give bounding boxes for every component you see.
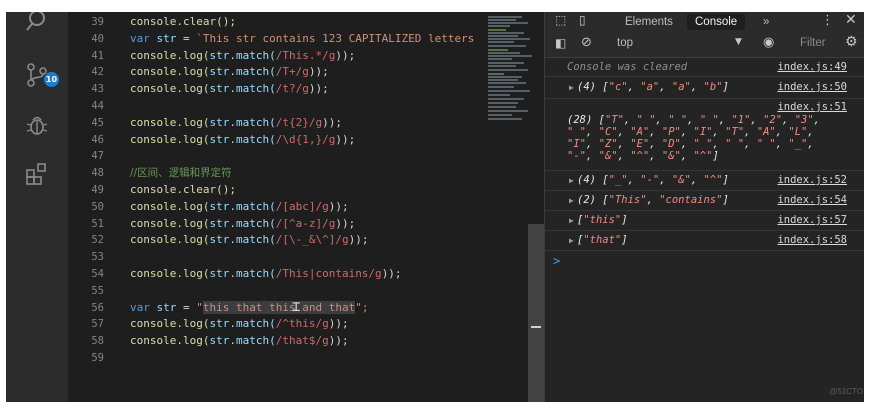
code-editor[interactable]: 39 40 41 42 43 44 45 46 47 48 49 50 51 5… bbox=[68, 12, 544, 402]
line-number: 48 bbox=[91, 167, 104, 180]
line-number: 47 bbox=[91, 150, 104, 163]
code-line: console.log(str.match(/[abc]/g)); bbox=[130, 199, 349, 213]
expand-arrow-icon: ▶ bbox=[569, 196, 574, 205]
clear-console-icon[interactable]: ⊘ bbox=[581, 35, 592, 50]
chevron-down-icon[interactable]: ▼ bbox=[735, 37, 742, 47]
line-number: 52 bbox=[91, 234, 104, 247]
tab-elements[interactable]: Elements bbox=[625, 14, 673, 30]
line-number: 41 bbox=[91, 49, 104, 62]
code-line: var str = `This str contains 123 CAPITAL… bbox=[130, 31, 475, 45]
filter-input[interactable]: Filter bbox=[800, 37, 826, 49]
eye-icon[interactable]: ◉ bbox=[763, 35, 774, 50]
code-line: console.log(str.match(/that$/g)); bbox=[130, 334, 349, 348]
console-message: Console was cleared index.js:49 bbox=[545, 58, 864, 77]
screen-frame: 10 39 40 41 42 43 44 45 46 47 48 49 50 5… bbox=[6, 12, 864, 402]
tab-more[interactable]: » bbox=[763, 14, 769, 30]
editor-scrollbar[interactable] bbox=[528, 224, 544, 402]
console-prompt[interactable]: > bbox=[553, 254, 560, 268]
code-comment: //区间、逻辑和界定符 bbox=[130, 167, 232, 180]
kebab-menu-icon[interactable]: ⋮ bbox=[821, 13, 834, 28]
code-line: var str = "this that this and that"; bbox=[130, 300, 369, 314]
line-number: 40 bbox=[91, 32, 104, 45]
expand-arrow-icon: ▶ bbox=[569, 83, 574, 92]
code-line: console.log(str.match(/^this/g)); bbox=[130, 317, 349, 331]
line-number: 42 bbox=[91, 66, 104, 79]
line-number: 54 bbox=[91, 268, 104, 280]
inspect-element-icon[interactable]: ⬚ bbox=[555, 13, 566, 27]
debug-icon[interactable] bbox=[24, 112, 50, 138]
code-line: console.clear(); bbox=[130, 15, 236, 28]
devtools-tab-bar: ⬚ ▯ Elements Console » ⋮ ✕ bbox=[545, 12, 864, 32]
code-line: console.clear(); bbox=[130, 183, 236, 196]
code-line: console.log(str.match(/t?/g)); bbox=[130, 82, 329, 96]
close-icon[interactable]: ✕ bbox=[845, 12, 857, 28]
text-cursor-icon: ⌶ bbox=[292, 299, 301, 315]
source-link[interactable]: index.js:52 bbox=[777, 174, 847, 186]
console-message[interactable]: index.js:51 (28) ["T", " ", " ", " ", "1… bbox=[545, 98, 864, 171]
console-message[interactable]: ▶ ["this"] index.js:57 bbox=[545, 210, 864, 231]
source-control-badge: 10 bbox=[44, 72, 59, 87]
line-number: 45 bbox=[91, 116, 104, 129]
watermark: @51CTO bbox=[829, 387, 863, 396]
expand-arrow-icon: ▶ bbox=[569, 236, 574, 245]
line-number: 58 bbox=[91, 335, 104, 348]
code-line: console.log(str.match(/This.*/g)); bbox=[130, 48, 356, 62]
console-toolbar: ◧ ⊘ top ▼ ◉ Filter ⚙ bbox=[545, 31, 864, 58]
console-message[interactable]: ▶ ["that"] index.js:58 bbox=[545, 230, 864, 251]
line-number: 50 bbox=[91, 200, 104, 213]
selected-text: this that this and that bbox=[202, 300, 356, 314]
line-number: 57 bbox=[91, 318, 104, 331]
search-icon[interactable] bbox=[24, 12, 50, 38]
line-number: 51 bbox=[91, 217, 104, 230]
activity-bar: 10 bbox=[6, 12, 68, 402]
code-line: console.log(str.match(/T+/g)); bbox=[130, 65, 329, 79]
console-message[interactable]: ▶ (4) ["c", "a", "a", "b"] index.js:50 bbox=[545, 76, 864, 99]
line-number: 39 bbox=[91, 16, 104, 28]
line-number: 53 bbox=[91, 251, 104, 264]
code-line: console.log(str.match(/This|contains/g))… bbox=[130, 267, 402, 280]
source-link[interactable]: index.js:58 bbox=[777, 234, 847, 246]
line-number: 59 bbox=[91, 352, 104, 364]
console-message[interactable]: ▶ (4) ["_", "-", "&", "^"] index.js:52 bbox=[545, 170, 864, 191]
source-link[interactable]: index.js:57 bbox=[777, 214, 847, 226]
line-number: 44 bbox=[91, 100, 104, 112]
source-link[interactable]: index.js:51 bbox=[777, 101, 847, 113]
gear-icon[interactable]: ⚙ bbox=[845, 34, 858, 50]
device-toggle-icon[interactable]: ▯ bbox=[579, 13, 586, 27]
source-link[interactable]: index.js:49 bbox=[777, 61, 847, 73]
scrollbar-marker bbox=[531, 326, 541, 328]
code-line: console.log(str.match(/[\-_&\^]/g)); bbox=[130, 233, 369, 247]
extensions-icon[interactable] bbox=[24, 160, 50, 186]
line-number: 43 bbox=[91, 83, 104, 96]
devtools-panel: ⬚ ▯ Elements Console » ⋮ ✕ ◧ ⊘ top ▼ ◉ F… bbox=[544, 12, 864, 402]
context-selector[interactable]: top bbox=[617, 37, 633, 49]
source-link[interactable]: index.js:54 bbox=[777, 194, 847, 206]
expand-arrow-icon: ▶ bbox=[569, 176, 574, 185]
sidebar-toggle-icon[interactable]: ◧ bbox=[555, 36, 566, 50]
line-number-gutter: 39 40 41 42 43 44 45 46 47 48 49 50 51 5… bbox=[68, 12, 112, 402]
line-number: 56 bbox=[91, 301, 104, 314]
console-message[interactable]: ▶ (2) ["This", "contains"] index.js:54 bbox=[545, 190, 864, 211]
tab-console[interactable]: Console bbox=[687, 14, 746, 30]
code-line: console.log(str.match(/[^a-z]/g)); bbox=[130, 216, 356, 230]
code-line: console.log(str.match(/t{2}/g)); bbox=[130, 115, 342, 129]
code-line: console.log(str.match(/\d{1,}/g)); bbox=[130, 132, 356, 146]
expand-arrow-icon: ▶ bbox=[569, 216, 574, 225]
source-link[interactable]: index.js:50 bbox=[777, 81, 847, 93]
line-number: 55 bbox=[91, 284, 104, 297]
line-number: 46 bbox=[91, 133, 104, 146]
line-number: 49 bbox=[91, 184, 104, 196]
